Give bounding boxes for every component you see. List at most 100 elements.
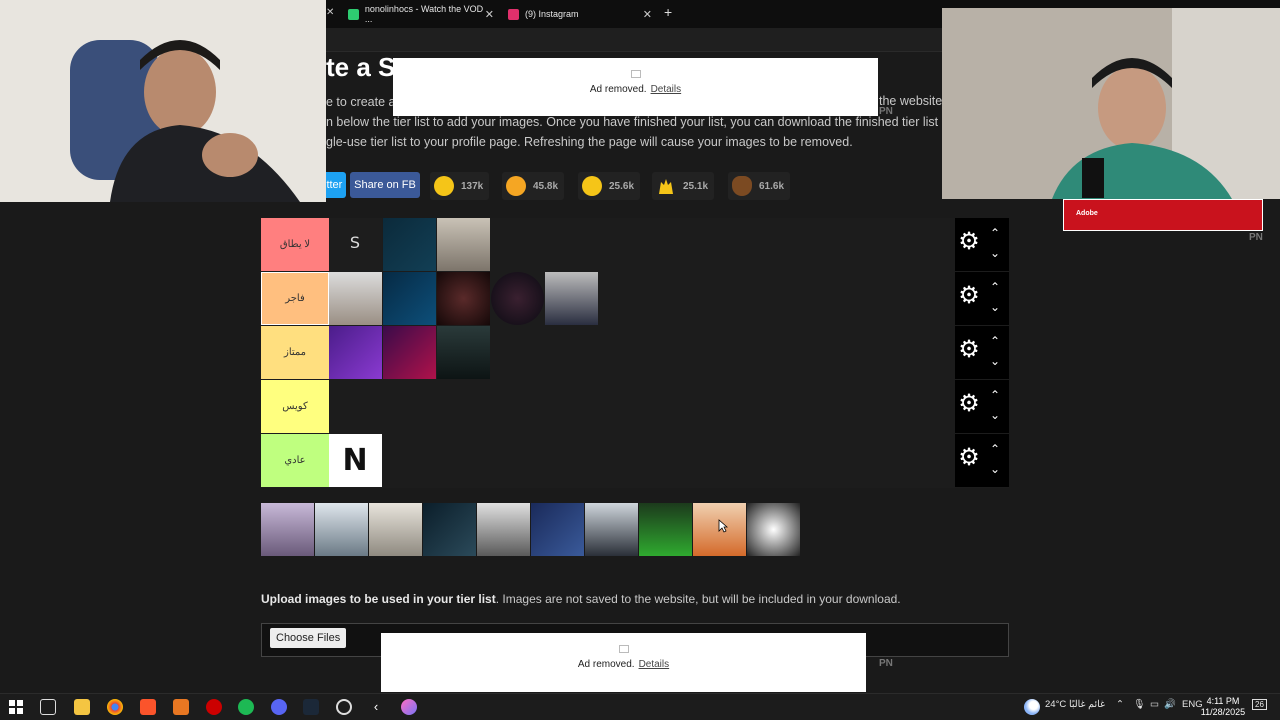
tier-image[interactable] — [383, 218, 436, 271]
reaction-smile[interactable]: 137k — [430, 172, 490, 200]
close-icon[interactable]: ✕ — [326, 7, 334, 18]
tier-label[interactable]: عادي — [261, 434, 329, 487]
tier-image[interactable]: N — [329, 434, 382, 487]
clock[interactable]: 4:11 PM 11/28/2025 — [1200, 696, 1246, 718]
ad-details-link[interactable]: Details — [639, 659, 670, 670]
gear-icon[interactable]: ⚙ — [956, 229, 982, 255]
pool-image[interactable] — [261, 503, 314, 556]
tier-image[interactable]: S — [329, 218, 382, 271]
raised-hands-emoji-icon — [656, 176, 676, 196]
close-icon[interactable]: ✕ — [485, 8, 494, 21]
ad-icon — [618, 645, 629, 653]
pool-image[interactable] — [369, 503, 422, 556]
tier-items[interactable]: S — [329, 218, 955, 271]
move-arrows[interactable]: ⌃ ⌄ — [988, 439, 1002, 483]
reaction-laugh[interactable]: 25.6k — [578, 172, 641, 200]
tier-image[interactable] — [383, 272, 436, 325]
gear-icon[interactable]: ⚙ — [956, 445, 982, 471]
tier-label[interactable]: فاجر — [261, 272, 329, 325]
weather-icon[interactable] — [1024, 699, 1040, 715]
notification-badge[interactable]: 26 — [1252, 699, 1267, 710]
task-view-icon[interactable] — [40, 699, 56, 715]
tier-image[interactable] — [329, 272, 382, 325]
windows-start-icon[interactable] — [8, 699, 24, 715]
tier-image[interactable] — [437, 272, 490, 325]
file-explorer-icon[interactable] — [74, 699, 90, 715]
reaction-poop[interactable]: 61.6k — [728, 172, 791, 200]
webcam-left-image — [0, 0, 326, 202]
instagram-icon — [508, 8, 519, 20]
tier-image[interactable] — [491, 272, 544, 325]
spotify-icon[interactable] — [238, 699, 254, 715]
gear-icon[interactable]: ⚙ — [956, 283, 982, 309]
laugh-emoji-icon — [582, 176, 602, 196]
app-icon[interactable] — [401, 699, 417, 715]
tab-kick[interactable]: nonolinhocs - Watch the VOD ... ✕ — [340, 4, 500, 24]
heart-eyes-emoji-icon — [506, 176, 526, 196]
smile-emoji-icon — [434, 176, 454, 196]
move-arrows[interactable]: ⌃ ⌄ — [988, 385, 1002, 429]
reaction-heart-eyes[interactable]: 45.8k — [502, 172, 565, 200]
weather-temp[interactable]: 24°C — [1045, 699, 1066, 710]
brave-icon[interactable] — [140, 699, 156, 715]
choose-files-button[interactable]: Choose Files — [270, 628, 347, 648]
tier-items[interactable]: N — [329, 434, 955, 487]
svg-text:S: S — [350, 233, 360, 252]
date: 11/28/2025 — [1200, 707, 1246, 717]
move-arrows[interactable]: ⌃ ⌄ — [988, 331, 1002, 375]
capcut-icon[interactable]: ‹ — [368, 699, 384, 715]
tier-items[interactable] — [329, 326, 955, 379]
pool-image[interactable] — [639, 503, 692, 556]
tier-image[interactable] — [437, 326, 490, 379]
pool-image[interactable] — [315, 503, 368, 556]
tier-image[interactable] — [329, 326, 382, 379]
network-icon[interactable]: ▭ — [1150, 699, 1159, 710]
tier-image[interactable] — [545, 272, 598, 325]
reaction-raised-hands[interactable]: 25.1k — [652, 172, 715, 200]
tier-label[interactable]: ممتاز — [261, 326, 329, 379]
pool-image[interactable] — [585, 503, 638, 556]
weather-text[interactable]: غائم غالبًا — [1069, 699, 1105, 710]
tab-title: nonolinhocs - Watch the VOD ... — [364, 4, 484, 24]
ad-text: Ad removed. — [589, 84, 647, 95]
app-icon[interactable] — [206, 699, 222, 715]
pool-image[interactable] — [531, 503, 584, 556]
pool-image[interactable] — [747, 503, 800, 556]
tier-label[interactable]: كويس — [261, 380, 329, 433]
time: 4:11 PM — [1206, 696, 1240, 706]
intro-line: gle-use tier list to your profile page. … — [326, 135, 853, 149]
move-arrows[interactable]: ⌃ ⌄ — [988, 277, 1002, 321]
tier-controls: ⚙ ⌃ ⌄ — [955, 380, 1009, 433]
ad-details-link[interactable]: Details — [651, 84, 682, 95]
tab-title: (9) Instagram — [525, 9, 579, 19]
ad-slot-top: Ad removed. Details — [393, 58, 878, 116]
volume-icon[interactable]: 🔊 — [1164, 699, 1176, 710]
pn-label: PN — [1249, 232, 1263, 243]
new-tab-button[interactable]: + — [664, 4, 672, 20]
chevron-up-icon[interactable]: ⌃ — [1116, 699, 1124, 710]
tier-label[interactable]: لا يطاق — [261, 218, 329, 271]
adobe-logo-text: Adobe — [1076, 210, 1098, 217]
steam-icon[interactable] — [303, 699, 319, 715]
tier-items[interactable] — [329, 380, 955, 433]
tier-image[interactable] — [383, 326, 436, 379]
tier-row: لا يطاق S ⚙ ⌃ ⌄ — [261, 218, 1009, 272]
obs-icon[interactable] — [336, 699, 352, 715]
svg-text:N: N — [342, 443, 367, 478]
microphone-icon[interactable]: 🎙 — [1133, 699, 1145, 710]
move-arrows[interactable]: ⌃ ⌄ — [988, 223, 1002, 267]
webcam-right — [942, 8, 1280, 199]
share-facebook-button[interactable]: Share on FB — [350, 172, 420, 198]
tier-items[interactable] — [329, 272, 955, 325]
tab-instagram[interactable]: (9) Instagram ✕ — [500, 4, 658, 24]
tier-row: عادي N ⚙ ⌃ ⌄ — [261, 434, 1009, 488]
gear-icon[interactable]: ⚙ — [956, 391, 982, 417]
tier-image[interactable] — [437, 218, 490, 271]
gear-icon[interactable]: ⚙ — [956, 337, 982, 363]
discord-icon[interactable] — [271, 699, 287, 715]
pool-image[interactable] — [423, 503, 476, 556]
chrome-icon[interactable] — [107, 699, 123, 715]
pool-image[interactable] — [477, 503, 530, 556]
app-icon[interactable] — [173, 699, 189, 715]
close-icon[interactable]: ✕ — [643, 8, 652, 21]
